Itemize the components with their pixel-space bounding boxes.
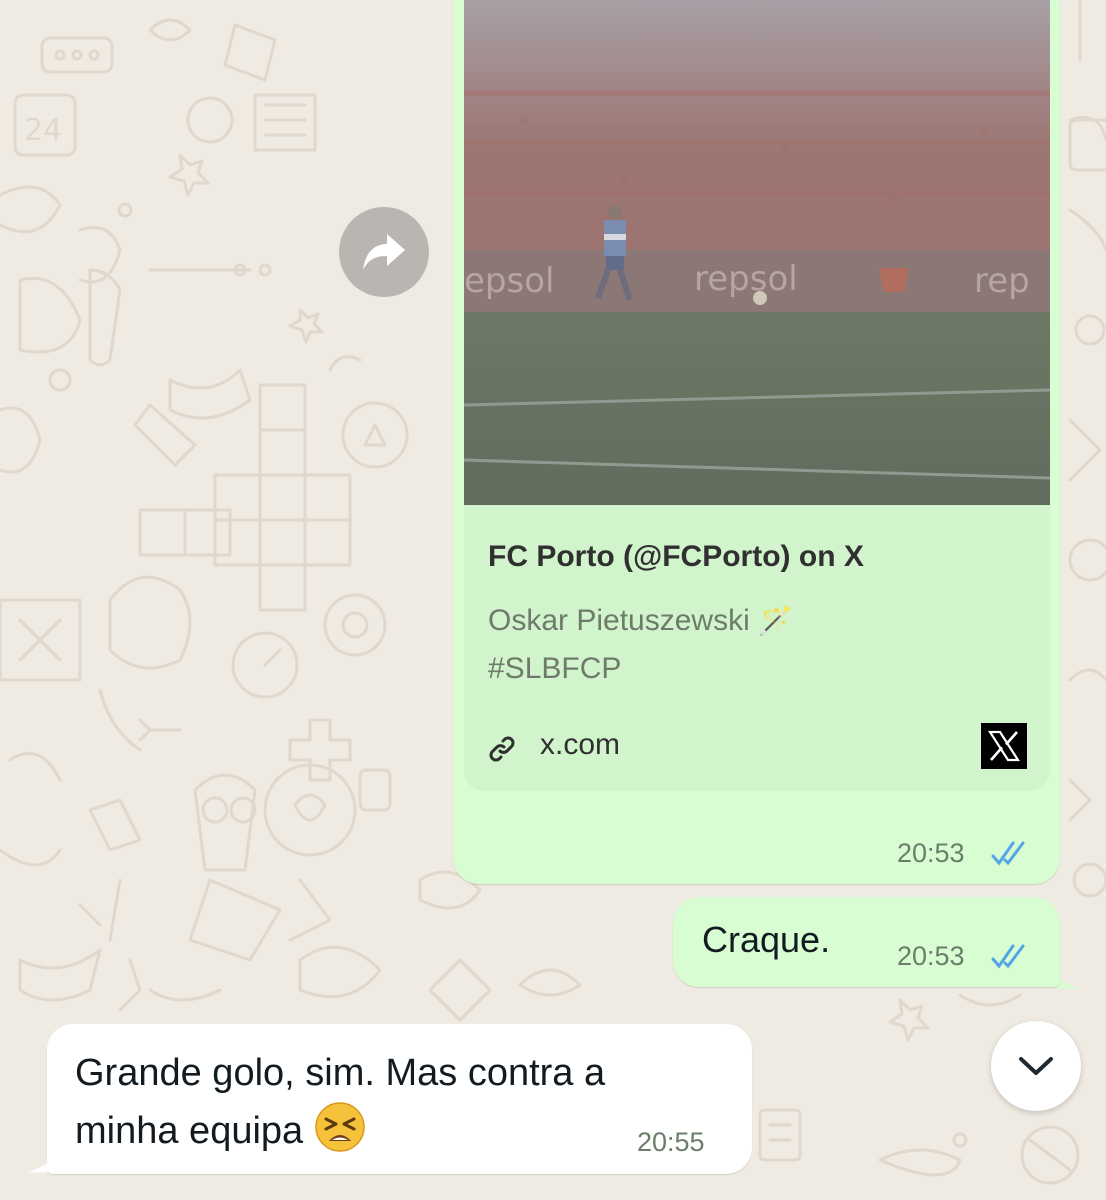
preview-description: Oskar Pietuszewski 🪄 #SLBFCP bbox=[488, 597, 1028, 693]
incoming-text-message[interactable]: Grande golo, sim. Mas contra a minha equ… bbox=[47, 1024, 752, 1174]
chevron-down-icon bbox=[1019, 1057, 1053, 1075]
message-time: 20:53 bbox=[897, 941, 965, 971]
svg-text:24: 24 bbox=[24, 113, 62, 148]
message-line-2: minha equipa bbox=[75, 1110, 304, 1152]
preview-title: FC Porto (@FCPorto) on X bbox=[488, 540, 864, 573]
preview-description-line1: Oskar Pietuszewski bbox=[488, 604, 750, 637]
preview-domain: x.com bbox=[540, 728, 621, 761]
outgoing-text-message[interactable]: Craque. 20:53 bbox=[673, 897, 1060, 987]
message-time: 20:53 bbox=[897, 838, 965, 868]
outgoing-link-message[interactable]: epsol repsol rep FC Porto (@FCPorto) on … bbox=[453, 0, 1060, 884]
message-text: Grande golo, sim. Mas contra a minha equ… bbox=[75, 1046, 605, 1159]
link-icon bbox=[489, 736, 515, 762]
preview-description-line2: #SLBFCP bbox=[488, 652, 622, 685]
magic-wand-emoji: 🪄 bbox=[758, 605, 793, 636]
link-preview-card[interactable]: epsol repsol rep FC Porto (@FCPorto) on … bbox=[464, 0, 1050, 791]
message-line-1: Grande golo, sim. Mas contra a bbox=[75, 1052, 606, 1094]
forward-icon bbox=[363, 234, 405, 270]
message-text: Craque. bbox=[702, 919, 831, 960]
double-check-read-icon bbox=[991, 841, 1025, 866]
x-logo-icon bbox=[981, 723, 1027, 769]
message-time: 20:55 bbox=[637, 1127, 705, 1157]
scroll-to-bottom-button[interactable] bbox=[991, 1021, 1081, 1111]
tired-face-emoji bbox=[314, 1102, 366, 1152]
preview-image[interactable]: epsol repsol rep bbox=[464, 0, 1050, 505]
forward-button[interactable] bbox=[339, 207, 429, 297]
double-check-read-icon bbox=[991, 944, 1025, 969]
